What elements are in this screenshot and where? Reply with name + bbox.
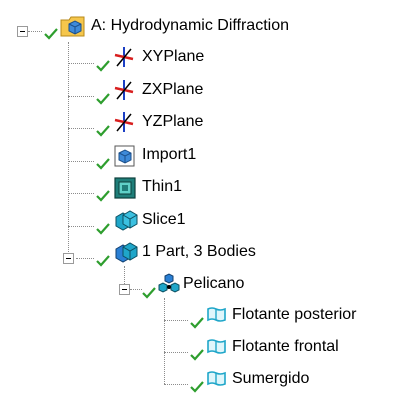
tree-connector	[76, 258, 94, 259]
tree-item-label: YZPlane	[142, 113, 204, 130]
tree-item-label: ZXPlane	[142, 81, 204, 98]
tree-item-pelicano[interactable]: Pelicano	[183, 267, 244, 301]
check-icon	[96, 223, 110, 235]
tree-item-yzplane[interactable]: YZPlane	[142, 105, 203, 139]
surface-body-icon	[207, 307, 226, 322]
tree-connector	[164, 352, 188, 353]
tree-connector	[68, 128, 94, 129]
tree-item-sumergido[interactable]: Sumergido	[232, 362, 309, 396]
tree-item-label: Sumergido	[232, 370, 310, 387]
check-icon	[96, 158, 110, 170]
tree-connector	[68, 193, 94, 194]
check-icon	[190, 349, 204, 361]
check-icon	[142, 287, 156, 299]
tree-item-label: Import1	[142, 146, 197, 163]
tree-item-label: Flotante posterior	[232, 306, 357, 323]
tree-item-label: Thin1	[142, 178, 183, 195]
tree-item-import1[interactable]: Import1	[142, 138, 196, 172]
check-icon	[190, 317, 204, 329]
import-icon	[114, 145, 135, 167]
surface-body-icon	[207, 371, 226, 386]
check-icon	[96, 125, 110, 137]
check-icon	[44, 28, 58, 40]
tree-item-label: XYPlane	[142, 48, 205, 65]
geometry-tree: A: Hydrodynamic Diffraction XYPlane ZXPl…	[0, 0, 413, 393]
tree-item-thin1[interactable]: Thin1	[142, 170, 182, 204]
tree-connector	[28, 31, 42, 32]
thin-icon	[114, 177, 136, 199]
parts-icon	[115, 242, 138, 263]
check-icon	[96, 255, 110, 267]
tree-item-zxplane[interactable]: ZXPlane	[142, 73, 203, 107]
tree-connector	[68, 96, 94, 97]
check-icon	[96, 93, 110, 105]
tree-item-label: Pelicano	[183, 275, 245, 292]
tree-item-root[interactable]: A: Hydrodynamic Diffraction	[91, 9, 289, 43]
plane-axes-icon	[114, 80, 134, 100]
check-icon	[96, 190, 110, 202]
collapse-toggle[interactable]	[63, 253, 74, 264]
check-icon	[96, 60, 110, 72]
tree-connector	[68, 161, 94, 162]
part-group-icon	[158, 273, 180, 293]
tree-connector	[68, 226, 94, 227]
tree-item-flotante-frontal[interactable]: Flotante frontal	[232, 330, 339, 364]
plane-axes-icon	[114, 112, 134, 132]
plane-axes-icon	[114, 47, 134, 67]
tree-item-slice1[interactable]: Slice1	[142, 203, 186, 237]
tree-connector	[164, 320, 188, 321]
tree-connector	[130, 289, 142, 290]
tree-item-label: Flotante frontal	[232, 338, 339, 355]
tree-item-xyplane[interactable]: XYPlane	[142, 40, 204, 74]
tree-item-flotante-posterior[interactable]: Flotante posterior	[232, 298, 357, 332]
check-icon	[190, 381, 204, 393]
collapse-toggle[interactable]	[17, 26, 28, 37]
tree-item-parts[interactable]: 1 Part, 3 Bodies	[142, 235, 256, 269]
tree-connector	[164, 298, 165, 384]
tree-connector	[68, 63, 94, 64]
collapse-toggle[interactable]	[119, 284, 130, 295]
tree-item-label: A: Hydrodynamic Diffraction	[91, 17, 289, 34]
tree-connector	[164, 384, 188, 385]
slice-icon	[115, 210, 138, 231]
surface-body-icon	[207, 339, 226, 354]
geometry-folder-icon	[60, 16, 85, 37]
tree-item-label: Slice1	[142, 211, 186, 228]
tree-item-label: 1 Part, 3 Bodies	[142, 243, 256, 260]
